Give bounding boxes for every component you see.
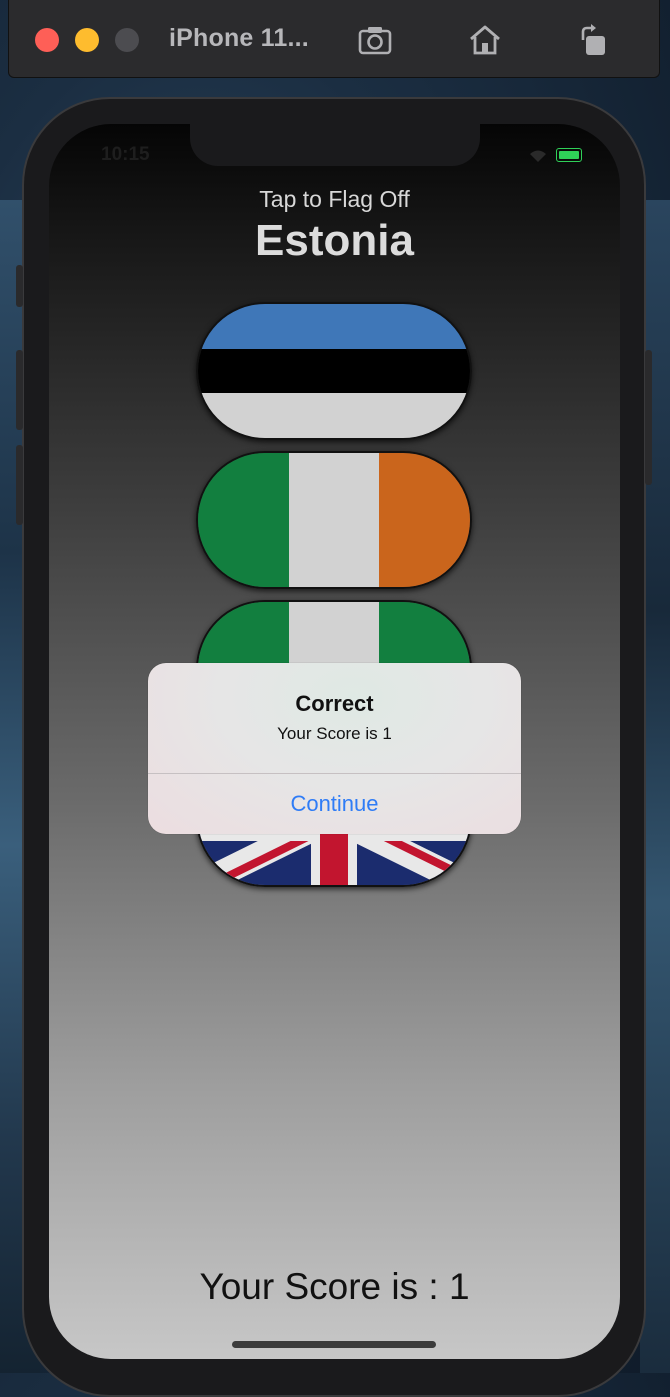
- simulator-toolbar: iPhone 11...: [8, 0, 660, 78]
- volume-up-button: [16, 350, 23, 430]
- home-indicator[interactable]: [232, 1341, 436, 1348]
- notch: [190, 124, 480, 166]
- score-label: Your Score is : 1: [199, 1266, 470, 1307]
- prompt-label: Tap to Flag Off: [259, 186, 410, 212]
- app-screen: 10:15 Tap to Flag Off Estonia Correct Yo…: [49, 124, 620, 1359]
- minimize-window-button[interactable]: [75, 28, 99, 52]
- power-button: [645, 350, 652, 485]
- mute-switch: [16, 265, 23, 307]
- rotate-icon[interactable]: [575, 22, 611, 58]
- volume-down-button: [16, 445, 23, 525]
- continue-button[interactable]: Continue: [148, 773, 521, 834]
- simulator-title: iPhone 11...: [169, 24, 309, 52]
- country-name: Estonia: [255, 216, 414, 265]
- close-window-button[interactable]: [35, 28, 59, 52]
- flag-button-estonia[interactable]: [196, 302, 472, 440]
- zoom-window-button[interactable]: [115, 28, 139, 52]
- alert-title: Correct: [295, 691, 374, 716]
- status-time: 10:15: [101, 144, 150, 165]
- battery-icon: [556, 148, 582, 162]
- screenshot-icon[interactable]: [357, 22, 393, 58]
- home-icon[interactable]: [467, 22, 503, 58]
- result-alert: Correct Your Score is 1 Continue: [148, 663, 521, 834]
- alert-message: Your Score is 1: [277, 724, 392, 743]
- flag-button-ireland[interactable]: [196, 451, 472, 589]
